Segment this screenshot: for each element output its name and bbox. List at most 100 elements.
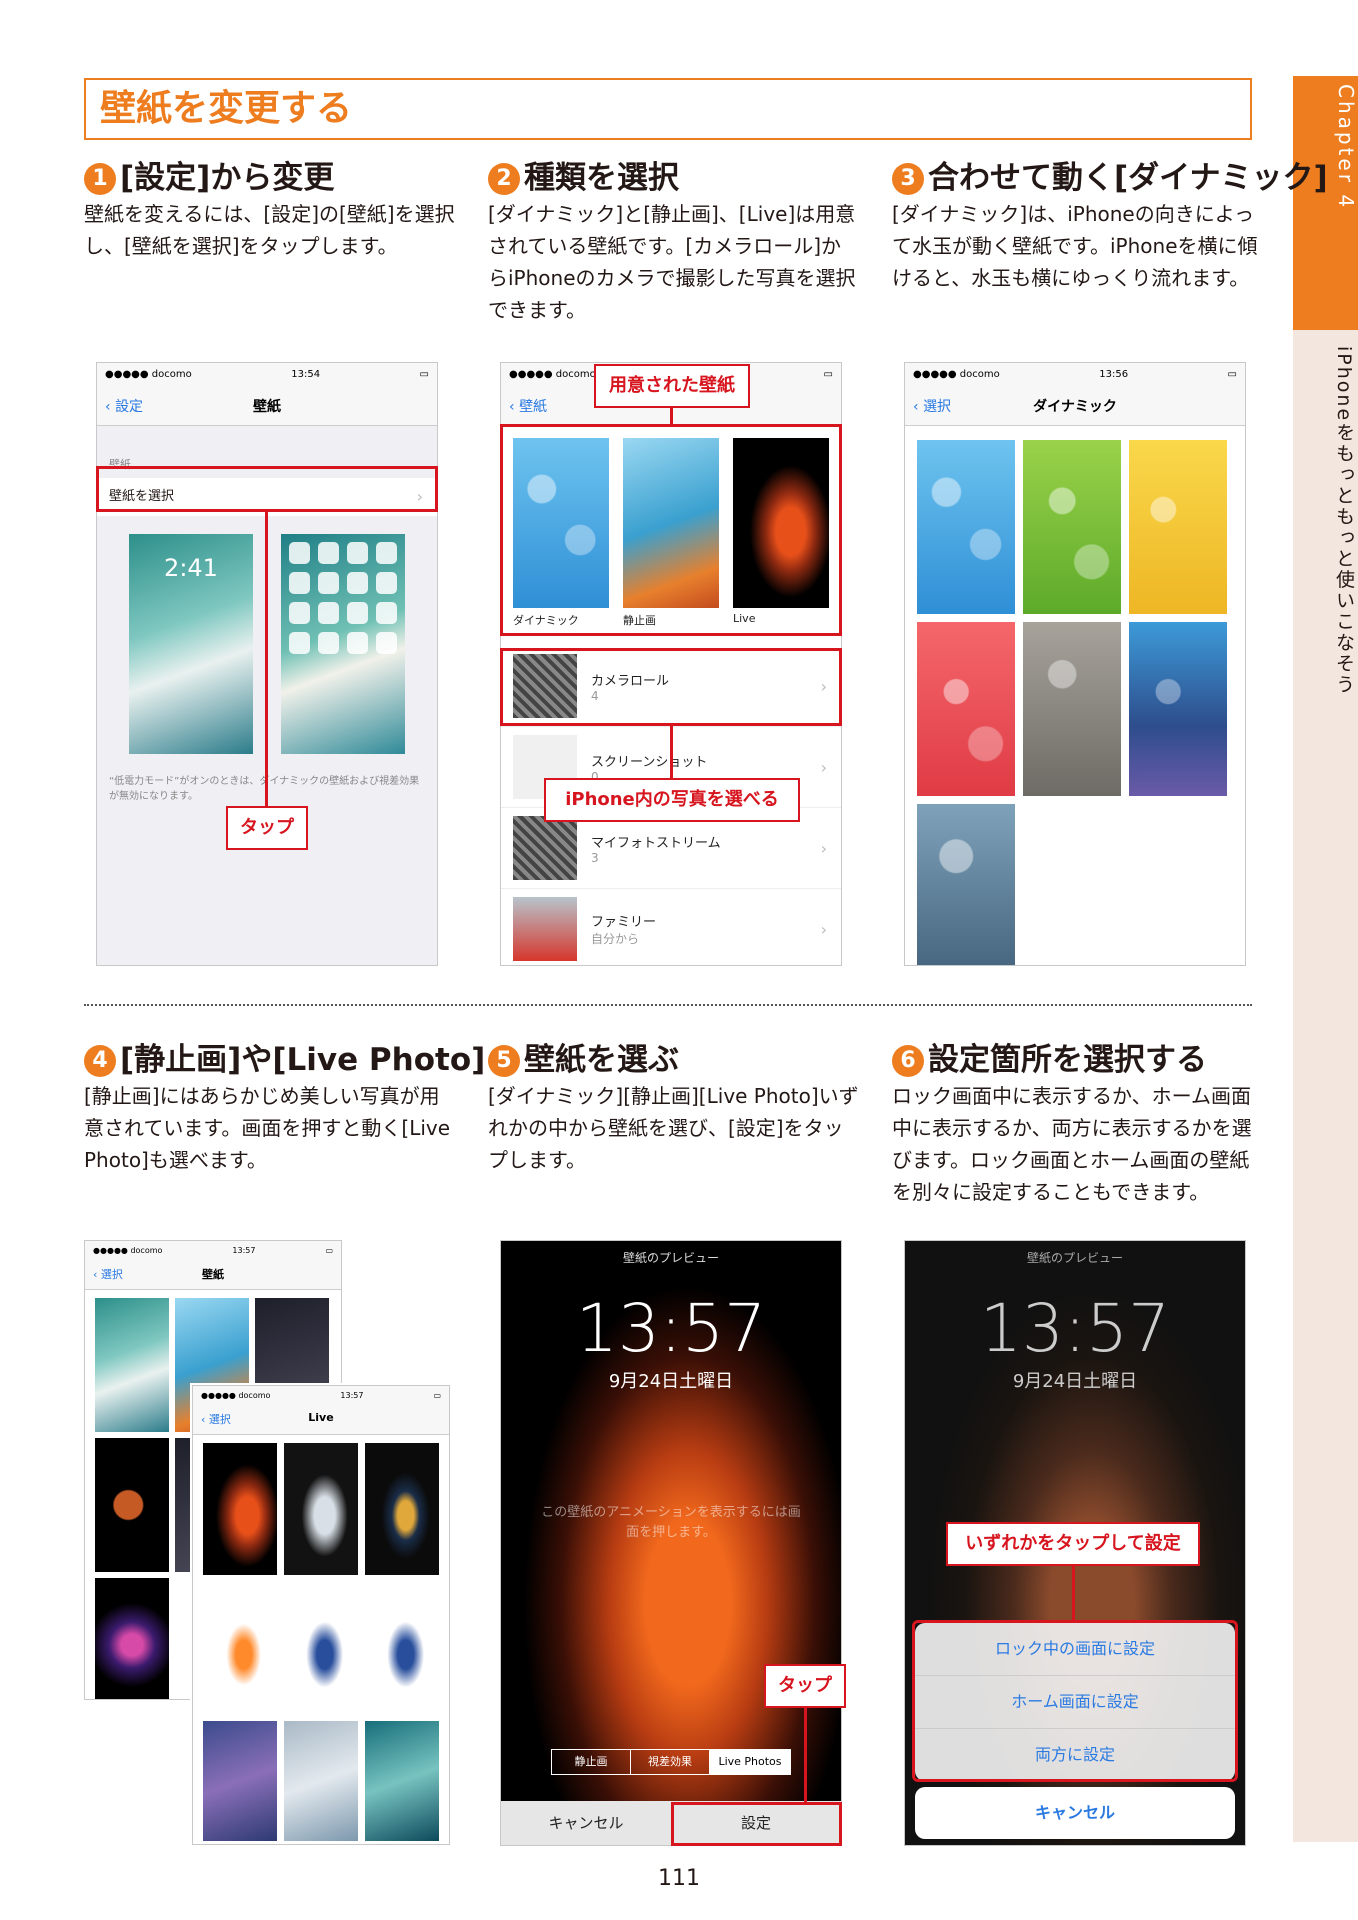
preview-header: 壁紙のプレビュー <box>622 1251 719 1265</box>
step-body: 壁紙を変えるには、[設定]の[壁紙]を選択し、[壁紙を選択]をタップします。 <box>84 202 455 258</box>
live-grid <box>193 1435 449 1844</box>
dynamic-wallpaper[interactable] <box>917 440 1015 614</box>
preview-clock: 13:57 <box>979 1290 1171 1367</box>
preview-clock: 13:57 <box>575 1290 767 1367</box>
live-wallpaper[interactable] <box>365 1721 439 1841</box>
action-cancel-button[interactable]: キャンセル <box>915 1787 1235 1839</box>
screenshot-wallpaper-preview: 壁紙のプレビュー 13:57 9月24日土曜日 この壁紙のアニメーションを表示す… <box>500 1240 842 1846</box>
step-1: 1 [設定]から変更 壁紙を変えるには、[設定]の[壁紙]を選択し、[壁紙を選択]… <box>84 158 456 262</box>
live-wallpaper[interactable] <box>284 1582 358 1714</box>
step-title: 合わせて動く[ダイナミック] <box>928 160 1328 196</box>
dynamic-wallpaper[interactable] <box>1129 622 1227 796</box>
nav-bar: ‹ 設定 壁紙 <box>97 385 437 426</box>
page-number: 111 <box>658 1866 700 1891</box>
live-wallpaper[interactable] <box>284 1721 358 1841</box>
lock-clock: 2:41 <box>164 554 218 582</box>
segment-perspective[interactable]: 視差効果 <box>631 1750 710 1774</box>
highlight-set-options <box>912 1620 1238 1782</box>
dynamic-wallpaper[interactable] <box>1023 622 1121 796</box>
back-button[interactable]: ‹ 壁紙 <box>509 396 547 416</box>
battery-icon: ▭ <box>433 1390 441 1400</box>
highlight-choose-wallpaper <box>96 466 438 512</box>
carrier: ●●●●● docomo <box>509 368 596 380</box>
lock-screen-preview[interactable]: 2:41 <box>129 534 253 754</box>
still-wallpaper[interactable] <box>95 1438 169 1572</box>
segment-still[interactable]: 静止画 <box>552 1750 631 1774</box>
carrier: ●●●●● docomo <box>105 368 192 380</box>
tap-callout: タップ <box>764 1664 846 1708</box>
clock: 13:54 <box>291 368 321 380</box>
battery-icon: ▭ <box>1227 368 1237 380</box>
tap-callout: タップ <box>226 806 308 850</box>
home-screen-preview[interactable] <box>281 534 405 754</box>
step-number: 6 <box>892 1045 924 1077</box>
still-wallpaper[interactable] <box>95 1578 169 1699</box>
chevron-right-icon: › <box>820 757 827 777</box>
step-5: 5 壁紙を選ぶ [ダイナミック][静止画][Live Photo]いずれかの中から… <box>488 1040 860 1176</box>
album-row[interactable]: ファミリー 自分から › <box>501 889 841 965</box>
app-icon <box>289 602 310 624</box>
step-title: [設定]から変更 <box>120 160 335 196</box>
highlight-camera-roll <box>500 648 842 726</box>
page-title: 壁紙を変更する <box>84 78 1252 140</box>
step-title: 壁紙を選ぶ <box>524 1042 679 1078</box>
live-wallpaper[interactable] <box>203 1582 277 1714</box>
carrier: ●●●●● docomo <box>201 1390 271 1400</box>
clock: 13:57 <box>232 1245 256 1255</box>
step-2: 2 種類を選択 [ダイナミック]と[静止画]、[Live]は用意されている壁紙です… <box>488 158 860 326</box>
step-6: 6 設定箇所を選択する ロック画面中に表示するか、ホーム画面中に表示するか、両方に… <box>892 1040 1264 1208</box>
still-wallpaper[interactable] <box>95 1298 169 1432</box>
live-wallpaper[interactable] <box>284 1443 358 1575</box>
nav-title: Live <box>308 1411 334 1424</box>
carrier: ●●●●● docomo <box>93 1245 163 1255</box>
preset-wallpaper-callout: 用意された壁紙 <box>594 364 750 408</box>
live-wallpaper[interactable] <box>365 1582 439 1714</box>
dynamic-wallpaper[interactable] <box>1129 440 1227 614</box>
dynamic-wallpaper[interactable] <box>917 804 1015 965</box>
step-body: [ダイナミック]は、iPhoneの向きによって水玉が動く壁紙です。iPhoneを… <box>892 202 1258 290</box>
live-wallpaper[interactable] <box>365 1443 439 1575</box>
nav-bar: ‹ 選択 壁紙 <box>85 1259 341 1290</box>
nav-title: ダイナミック <box>1033 399 1117 415</box>
app-icon <box>347 602 368 624</box>
step-number: 1 <box>84 163 116 195</box>
screenshot-live-wallpapers: ●●●●● docomo 13:57 ▭ ‹ 選択 Live <box>192 1385 450 1845</box>
segment-live-photos[interactable]: Live Photos <box>710 1750 790 1774</box>
step-title: 設定箇所を選択する <box>928 1042 1207 1078</box>
live-wallpaper[interactable] <box>203 1443 277 1575</box>
step-body: [ダイナミック][静止画][Live Photo]いずれかの中から壁紙を選び、[… <box>488 1084 859 1172</box>
highlight-preset-wallpapers <box>500 424 842 636</box>
app-icon <box>376 602 397 624</box>
nav-title: 壁紙 <box>202 1268 224 1281</box>
app-icon <box>289 632 310 654</box>
step-body: ロック画面中に表示するか、ホーム画面中に表示するか、両方に表示するかを選びます。… <box>892 1084 1252 1204</box>
step-4: 4 [静止画]や[Live Photo] [静止画]にはあらかじめ美しい写真が用意… <box>84 1040 485 1176</box>
choose-option-callout: いずれかをタップして設定 <box>946 1522 1200 1566</box>
callout-line <box>265 512 268 806</box>
app-icon <box>289 572 310 594</box>
live-wallpaper[interactable] <box>203 1721 277 1841</box>
section-divider <box>84 1004 1252 1006</box>
app-icon <box>376 632 397 654</box>
app-icon <box>318 542 339 564</box>
app-icon <box>318 632 339 654</box>
cancel-button[interactable]: キャンセル <box>501 1801 671 1845</box>
album-thumb <box>513 897 577 961</box>
callout-line <box>1072 1566 1075 1620</box>
album-thumb <box>513 816 577 880</box>
dynamic-wallpaper[interactable] <box>1023 440 1121 614</box>
preview-date: 9月24日土曜日 <box>608 1371 734 1392</box>
carrier: ●●●●● docomo <box>913 368 1000 380</box>
highlight-set-button <box>671 1802 842 1846</box>
clock: 13:56 <box>1099 368 1129 380</box>
status-bar: ●●●●● docomo 13:57 ▭ <box>85 1241 341 1259</box>
dynamic-wallpaper[interactable] <box>917 622 1015 796</box>
preview-hint: この壁紙のアニメーションを表示するには画面を押します。 <box>541 1505 801 1540</box>
step-number: 4 <box>84 1045 116 1077</box>
clock: 13:57 <box>340 1390 364 1400</box>
app-icon <box>318 602 339 624</box>
callout-line <box>670 408 673 424</box>
chevron-right-icon: › <box>820 838 827 858</box>
callout-line <box>670 726 673 778</box>
device-photos-callout: iPhone内の写真を選べる <box>544 778 800 822</box>
